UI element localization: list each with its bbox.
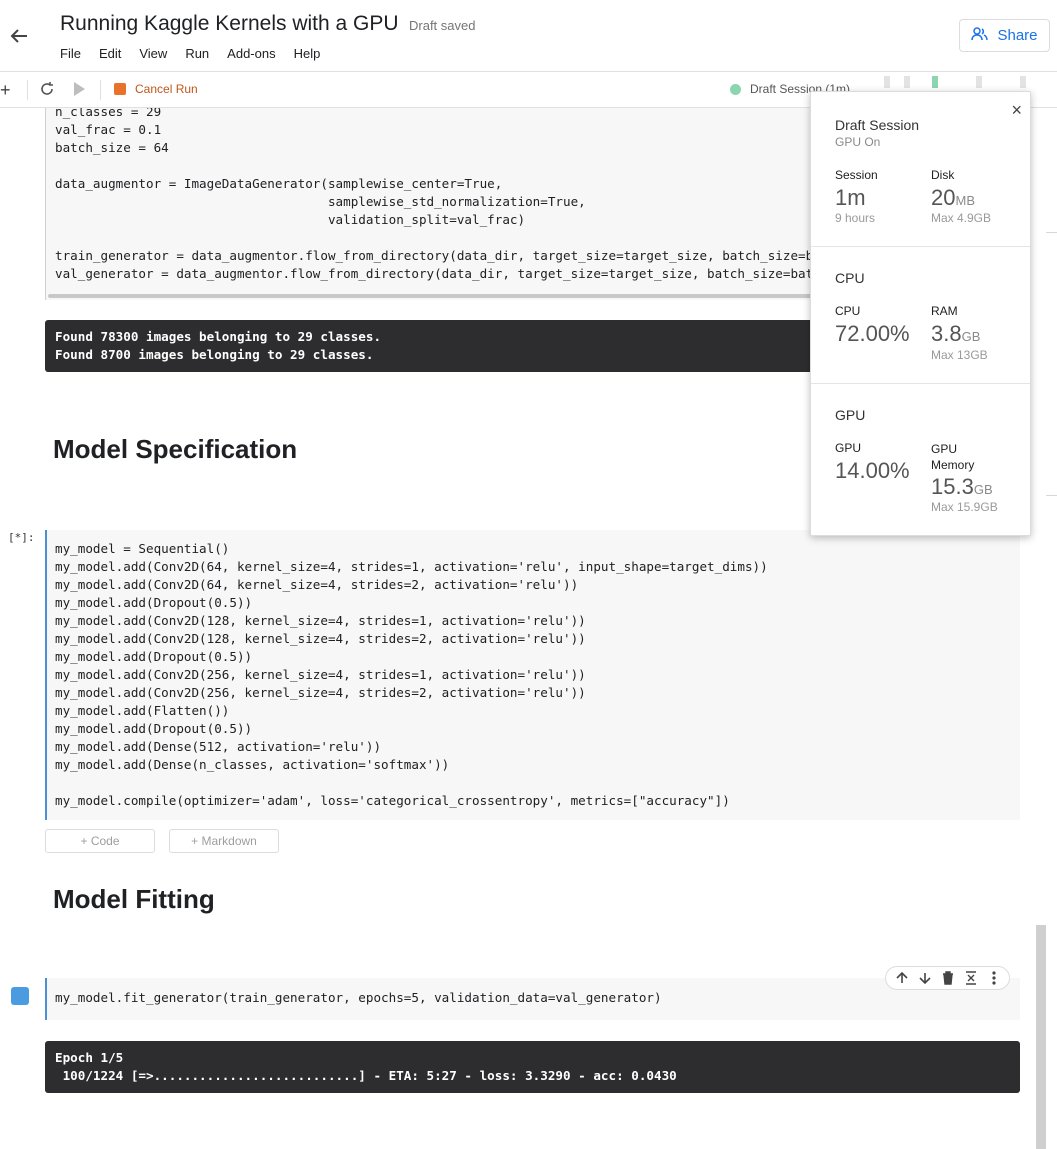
more-vertical-icon[interactable] [984, 968, 1004, 988]
session-limit: 9 hours [835, 211, 876, 225]
plus-icon[interactable]: + [0, 80, 11, 101]
output-line: Epoch 1/5 [55, 1050, 124, 1065]
gpu-label: GPU [835, 441, 862, 455]
menu-run[interactable]: Run [185, 46, 209, 61]
mini-meter [904, 76, 910, 88]
toolbar-divider [100, 80, 101, 100]
save-status: Draft saved [409, 18, 476, 33]
cpu-section-title: CPU [835, 270, 865, 286]
menu-view[interactable]: View [139, 46, 167, 61]
output-line: Found 78300 images belonging to 29 class… [55, 329, 382, 344]
code-cell-model-fit[interactable]: my_model.fit_generator(train_generator, … [45, 978, 1020, 1020]
share-label: Share [997, 27, 1038, 44]
code-editor[interactable]: my_model = Sequential() my_model.add(Con… [55, 540, 768, 810]
app-header: Running Kaggle Kernels with a GPU Draft … [0, 0, 1057, 72]
session-value: 1m [835, 185, 866, 210]
panel-edge [1046, 232, 1057, 233]
mini-meter [1020, 76, 1026, 88]
mini-meter [884, 76, 890, 88]
section-heading: Model Specification [53, 434, 298, 464]
cell-toolbar [885, 966, 1010, 990]
menu-file[interactable]: File [60, 46, 81, 61]
gpu-section-title: GPU [835, 407, 866, 423]
disk-max: Max 4.9GB [931, 211, 992, 225]
output-line: 100/1224 [=>...........................]… [55, 1068, 677, 1083]
people-icon [971, 26, 989, 45]
notebook-editor: Running Kaggle Kernels with a GPU Draft … [0, 0, 1057, 1149]
section-heading: Model Fitting [53, 884, 215, 914]
disk-label: Disk [931, 168, 955, 182]
menu-add-ons[interactable]: Add-ons [227, 46, 275, 61]
popup-divider [811, 246, 1030, 247]
play-icon[interactable] [72, 81, 86, 102]
gpu-memory-value: 15.3GB [931, 474, 993, 499]
refresh-icon[interactable] [39, 81, 55, 102]
popup-divider [811, 383, 1030, 384]
ram-value: 3.8GB [931, 321, 981, 346]
execution-prompt: [*]: [8, 531, 35, 544]
session-status-dot [730, 84, 741, 95]
panel-edge [1046, 495, 1057, 496]
back-arrow-icon[interactable] [8, 25, 30, 47]
mini-meter [976, 76, 982, 88]
toolbar-divider [27, 80, 28, 100]
session-label: Session [835, 168, 878, 182]
arrow-up-icon[interactable] [892, 968, 912, 988]
gpu-memory-label: GPU Memory [931, 442, 975, 472]
cell-output: Epoch 1/5 100/1224 [=>..................… [45, 1041, 1020, 1093]
horizontal-scrollbar[interactable] [48, 294, 848, 298]
popup-subtitle: GPU On [835, 135, 881, 149]
popup-title: Draft Session [835, 117, 920, 133]
menu-bar: File Edit View Run Add-ons Help [60, 46, 338, 61]
code-cell-model-spec[interactable]: my_model = Sequential() my_model.add(Con… [45, 530, 1020, 820]
stop-icon[interactable] [114, 83, 126, 95]
ram-label: RAM [931, 304, 958, 318]
session-details-popup: × Draft Session GPU On Session 1m 9 hour… [810, 91, 1031, 536]
add-code-cell-button[interactable]: + Code [45, 829, 155, 853]
ram-max: Max 13GB [931, 348, 988, 362]
menu-edit[interactable]: Edit [99, 46, 121, 61]
gpu-value: 14.00% [835, 458, 910, 483]
share-button[interactable]: Share [959, 19, 1050, 52]
cpu-value: 72.00% [835, 321, 910, 346]
notebook-title[interactable]: Running Kaggle Kernels with a GPU [60, 12, 399, 36]
add-markdown-cell-button[interactable]: + Markdown [169, 829, 279, 853]
gpu-memory-max: Max 15.9GB [931, 500, 998, 514]
cancel-run-button[interactable]: Cancel Run [135, 82, 198, 96]
close-icon[interactable]: × [1011, 100, 1022, 121]
run-cell-indicator[interactable] [11, 987, 29, 1005]
mini-meter [932, 76, 938, 88]
disk-value: 20MB [931, 185, 975, 210]
arrow-down-icon[interactable] [915, 968, 935, 988]
cpu-label: CPU [835, 304, 861, 318]
code-editor[interactable]: my_model.fit_generator(train_generator, … [55, 989, 662, 1007]
output-line: Found 8700 images belonging to 29 classe… [55, 347, 374, 362]
trash-icon[interactable] [938, 968, 958, 988]
collapse-icon[interactable] [961, 968, 981, 988]
menu-help[interactable]: Help [294, 46, 321, 61]
vertical-scrollbar[interactable] [1036, 925, 1046, 1149]
